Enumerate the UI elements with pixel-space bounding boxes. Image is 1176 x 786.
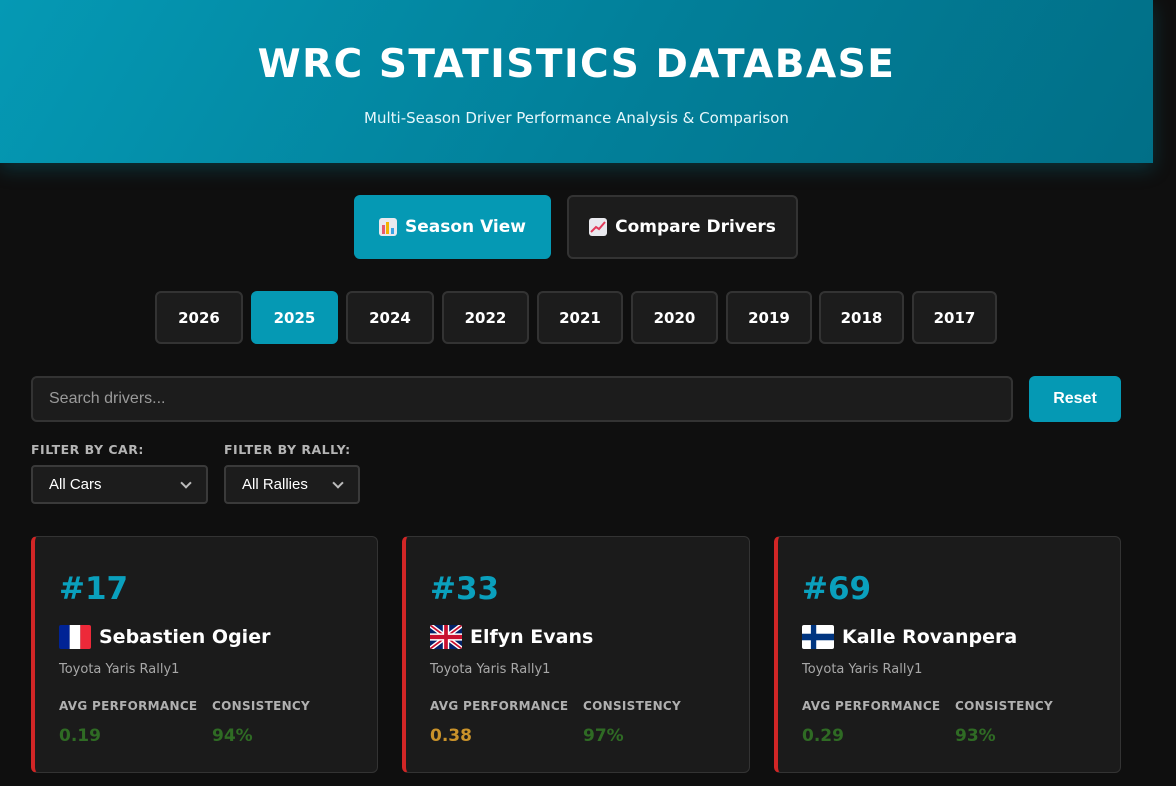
avg-performance-value: 0.19	[59, 726, 101, 746]
year-button-2024[interactable]: 2024	[346, 291, 434, 344]
reset-button[interactable]: Reset	[1029, 376, 1121, 422]
search-input[interactable]	[31, 376, 1013, 422]
season-view-button[interactable]: Season View	[354, 195, 551, 259]
finland-flag-icon	[802, 625, 834, 649]
bar-chart-icon	[379, 218, 397, 236]
driver-car: Toyota Yaris Rally1	[59, 662, 180, 677]
filter-rally-label: FILTER BY RALLY:	[224, 442, 351, 457]
car-filter-select[interactable]: All Cars	[31, 465, 208, 504]
avg-performance-label: AVG PERFORMANCE	[59, 699, 198, 713]
avg-performance-value: 0.38	[430, 726, 472, 746]
year-button-2025[interactable]: 2025	[251, 291, 338, 344]
chevron-down-icon	[180, 476, 192, 489]
driver-name: Kalle Rovanpera	[842, 626, 1018, 648]
year-button-2019[interactable]: 2019	[726, 291, 812, 344]
driver-name: Elfyn Evans	[470, 626, 594, 648]
page-header: WRC STATISTICS DATABASE Multi-Season Dri…	[0, 0, 1153, 163]
page-title: WRC STATISTICS DATABASE	[257, 42, 896, 87]
year-button-2020[interactable]: 2020	[631, 291, 718, 344]
chevron-down-icon	[332, 476, 344, 489]
driver-card[interactable]: #33 Elfyn Evans Toyota Yaris Rally1 AVG …	[402, 536, 750, 773]
driver-number: #33	[430, 571, 500, 607]
consistency-label: CONSISTENCY	[955, 699, 1054, 713]
rally-filter-value: All Rallies	[242, 476, 308, 493]
driver-car: Toyota Yaris Rally1	[802, 662, 923, 677]
consistency-value: 94%	[212, 726, 253, 746]
consistency-label: CONSISTENCY	[212, 699, 311, 713]
consistency-value: 93%	[955, 726, 996, 746]
avg-performance-label: AVG PERFORMANCE	[430, 699, 569, 713]
year-button-2021[interactable]: 2021	[537, 291, 623, 344]
filter-car-label: FILTER BY CAR:	[31, 442, 144, 457]
page-subtitle: Multi-Season Driver Performance Analysis…	[364, 109, 789, 127]
year-button-2026[interactable]: 2026	[155, 291, 243, 344]
driver-number: #69	[802, 571, 872, 607]
consistency-label: CONSISTENCY	[583, 699, 682, 713]
compare-drivers-button[interactable]: Compare Drivers	[567, 195, 798, 259]
year-button-2017[interactable]: 2017	[912, 291, 997, 344]
car-filter-value: All Cars	[49, 476, 102, 493]
driver-car: Toyota Yaris Rally1	[430, 662, 551, 677]
season-view-label: Season View	[405, 217, 526, 237]
avg-performance-value: 0.29	[802, 726, 844, 746]
driver-name: Sebastien Ogier	[99, 626, 271, 648]
driver-number: #17	[59, 571, 129, 607]
consistency-value: 97%	[583, 726, 624, 746]
driver-card[interactable]: #17 Sebastien Ogier Toyota Yaris Rally1 …	[31, 536, 378, 773]
year-button-2022[interactable]: 2022	[442, 291, 529, 344]
avg-performance-label: AVG PERFORMANCE	[802, 699, 941, 713]
year-button-2018[interactable]: 2018	[819, 291, 904, 344]
france-flag-icon	[59, 625, 91, 649]
trend-chart-icon	[589, 218, 608, 236]
rally-filter-select[interactable]: All Rallies	[224, 465, 360, 504]
driver-card[interactable]: #69 Kalle Rovanpera Toyota Yaris Rally1 …	[774, 536, 1121, 773]
compare-drivers-label: Compare Drivers	[615, 217, 776, 237]
uk-flag-icon	[430, 625, 462, 649]
